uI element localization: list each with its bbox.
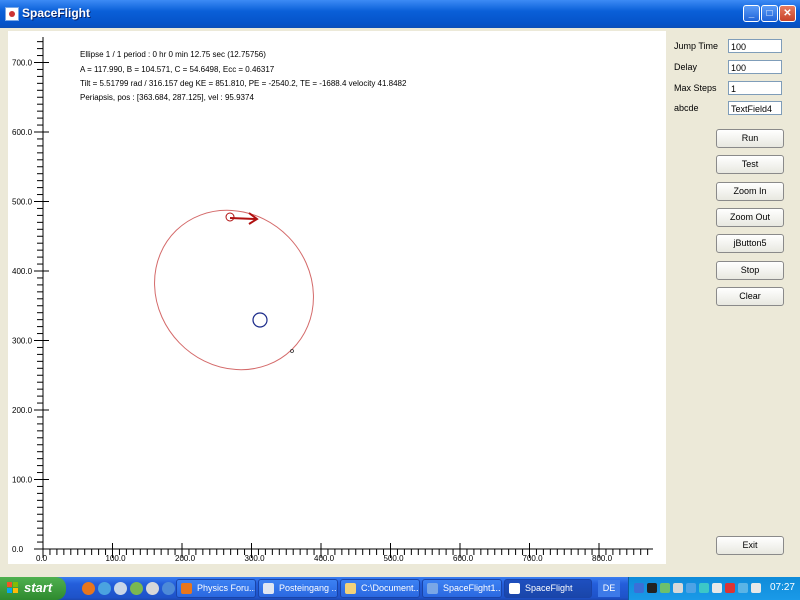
orbit-ellipse (154, 209, 314, 371)
max-steps-label: Max Steps (674, 83, 717, 93)
quicklaunch-icon[interactable] (146, 582, 159, 595)
clear-button[interactable]: Clear (716, 287, 784, 306)
clock: 07:27 (769, 582, 795, 593)
central-body (252, 312, 268, 328)
close-button[interactable]: ✕ (779, 5, 796, 22)
tray-drive-icon[interactable] (712, 583, 722, 593)
windows-logo-icon (7, 582, 19, 594)
tray-app-icon[interactable] (660, 583, 670, 593)
tray-status-icon[interactable] (686, 583, 696, 593)
y-tick-label: 500.0 (12, 198, 33, 207)
textfield4[interactable]: TextField4 (728, 101, 782, 115)
y-tick-label: 700.0 (12, 59, 33, 68)
info-line-1: Ellipse 1 / 1 period : 0 hr 0 min 12.75 … (80, 50, 266, 59)
delay-field[interactable]: 100 (728, 60, 782, 74)
task-physics-forums[interactable]: Physics Foru... (176, 579, 256, 598)
folder-icon (345, 583, 356, 594)
tray-network-icon[interactable] (634, 583, 644, 593)
x-tick-label: 0.0 (36, 554, 48, 563)
x-tick-label: 100.0 (106, 554, 127, 563)
tray-speaker-icon[interactable] (673, 583, 683, 593)
system-tray: 07:27 (628, 577, 800, 600)
simulation-canvas[interactable]: 0.0 100.0 200.0 300.0 400.0 500.0 600.0 700.0 80… (8, 31, 666, 564)
java-icon (427, 583, 438, 594)
x-tick-label: 400.0 (314, 554, 335, 563)
task-posteingang[interactable]: Posteingang ... (258, 579, 338, 598)
tray-camera-icon[interactable] (647, 583, 657, 593)
java-icon (509, 583, 520, 594)
quicklaunch-more-icon[interactable] (162, 582, 175, 595)
title-bar[interactable]: SpaceFlight _ □ ✕ (0, 0, 800, 28)
firefox-icon (181, 583, 192, 594)
info-line-2: A = 117.990, B = 104.571, C = 54.6498, E… (80, 65, 275, 74)
language-indicator[interactable]: DE (598, 580, 620, 597)
taskbar: start Physics Foru... Posteingang ... C:… (0, 577, 800, 600)
x-tick-label: 600.0 (453, 554, 474, 563)
firefox-icon[interactable] (82, 582, 95, 595)
jump-time-label: Jump Time (674, 41, 719, 51)
jbutton5-button[interactable]: jButton5 (716, 234, 784, 253)
y-tick-label: 300.0 (12, 337, 33, 346)
x-tick-label: 500.0 (384, 554, 405, 563)
info-line-4: Periapsis, pos : [363.684, 287.125], vel… (80, 93, 254, 102)
tray-shield-icon[interactable] (725, 583, 735, 593)
start-label: start (24, 580, 53, 595)
java-app-icon[interactable] (5, 7, 19, 21)
x-tick-label: 200.0 (175, 554, 196, 563)
abcde-label: abcde (674, 103, 699, 113)
minimize-button[interactable]: _ (743, 5, 760, 22)
x-tick-label: 300.0 (245, 554, 266, 563)
y-tick-label: 100.0 (12, 476, 33, 485)
velocity-arrow (229, 217, 257, 220)
info-line-3: Tilt = 5.51799 rad / 316.157 deg KE = 85… (80, 79, 407, 88)
orbit-plot: 0.0 100.0 200.0 300.0 400.0 500.0 600.0 700.0 80… (12, 37, 653, 563)
task-explorer[interactable]: C:\Document... (340, 579, 420, 598)
tray-sync-icon[interactable] (699, 583, 709, 593)
y-tick-label: 600.0 (12, 128, 33, 137)
max-steps-field[interactable]: 1 (728, 81, 782, 95)
show-desktop-icon[interactable] (114, 582, 127, 595)
tray-volume-icon[interactable] (751, 583, 761, 593)
task-spaceflight[interactable]: SpaceFlight (504, 579, 592, 598)
maximize-button[interactable]: □ (761, 5, 778, 22)
start-button[interactable]: start (0, 577, 66, 600)
jump-time-field[interactable]: 100 (728, 39, 782, 53)
mail-icon (263, 583, 274, 594)
task-spaceflight1[interactable]: SpaceFlight1... (422, 579, 502, 598)
media-player-icon[interactable] (130, 582, 143, 595)
spacecraft-marker (225, 212, 235, 222)
x-tick-label: 800.0 (592, 554, 613, 563)
zoom-out-button[interactable]: Zoom Out (716, 208, 784, 227)
zoom-in-button[interactable]: Zoom In (716, 182, 784, 201)
internet-explorer-icon[interactable] (98, 582, 111, 595)
exit-button[interactable]: Exit (716, 536, 784, 555)
x-tick-label: 700.0 (523, 554, 544, 563)
run-button[interactable]: Run (716, 129, 784, 148)
stop-button[interactable]: Stop (716, 261, 784, 280)
tray-monitor-icon[interactable] (738, 583, 748, 593)
control-panel: Jump Time 100 Delay 100 Max Steps 1 abcd… (666, 31, 794, 564)
test-button[interactable]: Test (716, 155, 784, 174)
window-title: SpaceFlight (22, 6, 91, 20)
y-tick-label: 0.0 (12, 545, 24, 554)
delay-label: Delay (674, 62, 698, 72)
y-tick-label: 200.0 (12, 406, 33, 415)
y-tick-label: 400.0 (12, 267, 33, 276)
